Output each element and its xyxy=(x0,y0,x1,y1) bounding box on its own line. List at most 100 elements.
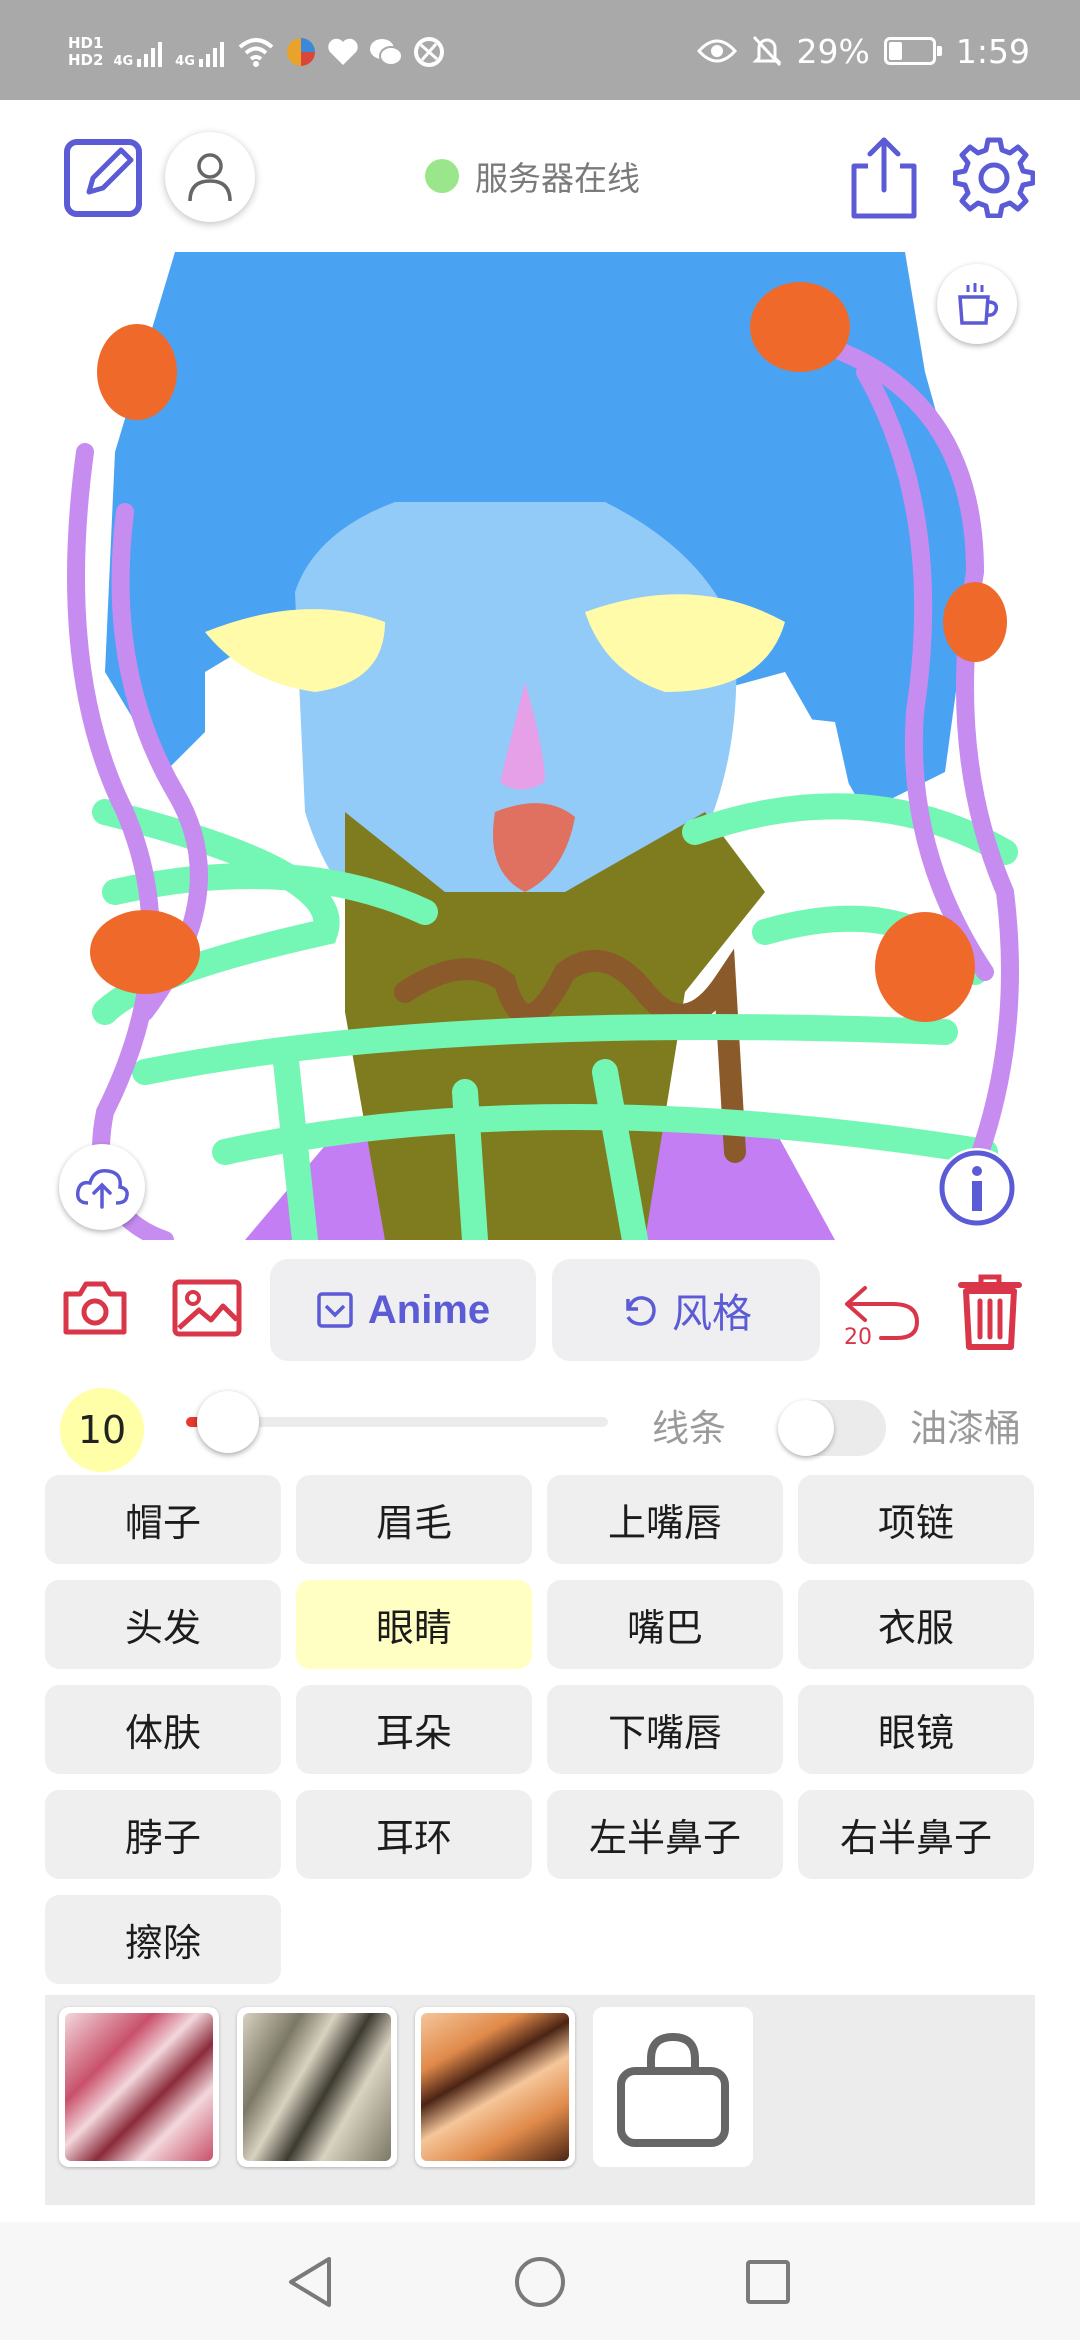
battery-icon xyxy=(883,37,942,65)
category-chip-label: 项链 xyxy=(877,1501,954,1545)
user-icon xyxy=(188,153,232,202)
category-chip[interactable]: 体肤 xyxy=(45,1685,281,1774)
brush-row: 10 线条 油漆桶 xyxy=(0,1380,1080,1480)
status-left: HD1 HD2 4G 4G xyxy=(68,30,445,74)
eye-icon xyxy=(696,39,737,63)
category-chip[interactable]: 项链 xyxy=(798,1475,1034,1564)
category-chip[interactable]: 下嘴唇 xyxy=(547,1685,783,1774)
category-chip-label: 脖子 xyxy=(124,1816,201,1860)
gear-icon xyxy=(953,137,1035,218)
network-type-1: 4G xyxy=(113,54,134,69)
browser-icon xyxy=(413,37,444,67)
category-chip-label: 耳朵 xyxy=(375,1711,452,1755)
edit-icon xyxy=(64,139,142,217)
style-label: 风格 xyxy=(672,1292,752,1336)
line-mode-label: 线条 xyxy=(652,1407,726,1450)
shopping-bag-icon xyxy=(617,2032,729,2147)
image-icon xyxy=(172,1279,242,1337)
refresh-icon xyxy=(626,1296,656,1326)
recents-button[interactable] xyxy=(738,2252,798,2312)
style-store-button[interactable] xyxy=(593,2007,753,2167)
category-chip-label: 右半鼻子 xyxy=(839,1816,992,1860)
profile-button[interactable] xyxy=(165,132,255,222)
style-thumb-2-image xyxy=(243,2013,391,2161)
new-sketch-button[interactable] xyxy=(62,135,146,219)
brush-size-value: 10 xyxy=(77,1408,127,1452)
drawing-canvas[interactable] xyxy=(45,252,1035,1240)
network-type-2: 4G xyxy=(175,54,195,69)
undo-button[interactable]: 20 xyxy=(842,1273,922,1351)
fill-mode-label: 油漆桶 xyxy=(910,1407,1021,1450)
recents-icon xyxy=(746,2260,790,2304)
category-chip[interactable]: 耳朵 xyxy=(296,1685,532,1774)
category-chip[interactable]: 头发 xyxy=(45,1580,281,1669)
coffee-button[interactable] xyxy=(937,264,1017,344)
category-chip[interactable]: 擦除 xyxy=(45,1895,281,1984)
category-chip[interactable]: 左半鼻子 xyxy=(547,1790,783,1879)
category-chip-label: 上嘴唇 xyxy=(607,1501,722,1545)
health-icon xyxy=(328,38,358,65)
settings-button[interactable] xyxy=(952,135,1036,219)
server-status-dot xyxy=(425,159,459,193)
status-right: 29% 1:59 xyxy=(696,28,1030,74)
gallery-button[interactable] xyxy=(170,1277,244,1339)
style-thumb-2[interactable] xyxy=(237,2007,397,2167)
slider-thumb[interactable] xyxy=(197,1391,260,1453)
category-chip[interactable]: 耳环 xyxy=(296,1790,532,1879)
fill-toggle[interactable] xyxy=(778,1400,886,1456)
wifi-icon xyxy=(238,38,274,67)
hd2-label: HD2 xyxy=(68,51,104,69)
category-chip-label: 嘴巴 xyxy=(626,1606,703,1650)
category-chip[interactable]: 眼镜 xyxy=(798,1685,1034,1774)
category-chip-label: 擦除 xyxy=(124,1921,201,1965)
info-icon xyxy=(939,1150,1015,1226)
home-icon xyxy=(515,2257,565,2307)
app-notification-icon xyxy=(286,38,315,66)
category-chip-label: 眉毛 xyxy=(375,1501,452,1545)
upload-button[interactable] xyxy=(59,1144,145,1230)
category-chip-label: 头发 xyxy=(124,1606,201,1650)
trash-icon xyxy=(958,1274,1022,1350)
category-chip[interactable]: 帽子 xyxy=(45,1475,281,1564)
navigation-bar xyxy=(0,2222,1080,2340)
info-button[interactable] xyxy=(937,1148,1017,1228)
undo-count: 20 xyxy=(844,1325,872,1350)
style-button[interactable]: 风格 xyxy=(552,1259,820,1361)
sketch-drawing xyxy=(45,252,1035,1240)
share-icon xyxy=(851,137,917,219)
category-chip[interactable]: 眼睛 xyxy=(296,1580,532,1669)
category-chip-label: 耳环 xyxy=(375,1816,452,1860)
clear-canvas-button[interactable] xyxy=(955,1269,1025,1355)
style-thumb-3-image xyxy=(421,2013,569,2161)
app-bar: 服务器在线 xyxy=(0,100,1080,250)
category-chip-label: 帽子 xyxy=(124,1501,201,1545)
back-icon xyxy=(289,2257,331,2307)
category-chip[interactable]: 嘴巴 xyxy=(547,1580,783,1669)
share-button[interactable] xyxy=(846,132,922,222)
cloud-upload-icon xyxy=(75,1169,129,1209)
camera-icon xyxy=(63,1281,127,1335)
camera-button[interactable] xyxy=(60,1277,130,1339)
home-button[interactable] xyxy=(510,2252,570,2312)
category-chip-label: 眼睛 xyxy=(375,1606,452,1650)
anime-mode-button[interactable]: Anime xyxy=(270,1259,536,1361)
hd-indicator: HD1 HD2 xyxy=(68,35,103,69)
signal-2-icon: 4G xyxy=(175,35,227,69)
category-chip-label: 衣服 xyxy=(877,1606,954,1650)
category-chip[interactable]: 衣服 xyxy=(798,1580,1034,1669)
signal-1-icon: 4G xyxy=(113,35,165,69)
category-chip[interactable]: 眉毛 xyxy=(296,1475,532,1564)
tool-row: Anime 风格 20 xyxy=(0,1255,1080,1365)
category-grid: 帽子 眉毛 上嘴唇 项链头发 眼睛 嘴巴 衣服体肤 耳朵 下嘴唇 眼镜脖子 耳环 左半鼻子 右半鼻子擦除 xyxy=(45,1475,1035,1984)
wechat-icon xyxy=(369,39,403,66)
style-thumb-3[interactable] xyxy=(415,2007,575,2167)
back-button[interactable] xyxy=(280,2252,340,2312)
category-chip[interactable]: 上嘴唇 xyxy=(547,1475,783,1564)
mute-bell-icon xyxy=(751,35,782,67)
category-chip-label: 左半鼻子 xyxy=(588,1816,741,1860)
style-thumb-1[interactable] xyxy=(59,2007,219,2167)
fill-toggle-knob xyxy=(778,1400,834,1456)
category-chip[interactable]: 脖子 xyxy=(45,1790,281,1879)
category-chip[interactable]: 右半鼻子 xyxy=(798,1790,1034,1879)
category-chip-label: 下嘴唇 xyxy=(607,1711,722,1755)
